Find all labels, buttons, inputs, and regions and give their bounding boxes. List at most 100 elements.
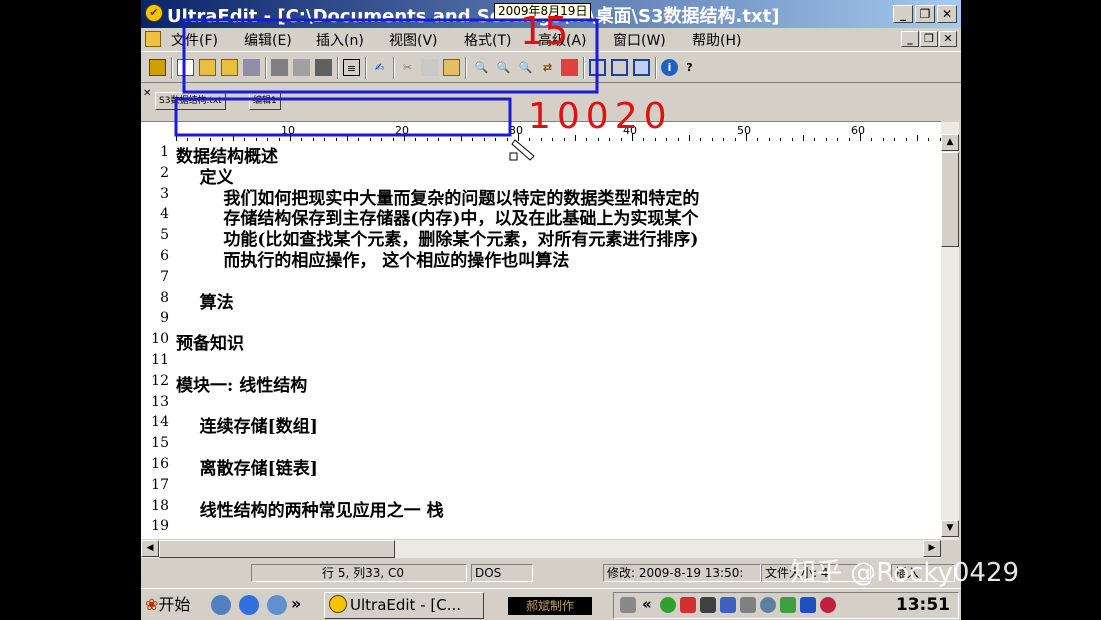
menu-window[interactable]: 窗口(W) [613, 30, 666, 50]
ultraedit-window: ✔ UltraEdit - [C:\Documents and Settings… [141, 0, 961, 620]
tray-network-icon[interactable] [720, 597, 736, 613]
menu-format[interactable]: 格式(T) [464, 30, 511, 50]
replace-icon[interactable]: ⇄ [539, 59, 556, 76]
line-number: 11 [151, 352, 169, 368]
save-icon[interactable] [243, 59, 260, 76]
menu-insert[interactable]: 插入(n) [316, 30, 364, 50]
editor-line[interactable]: 6 而执行的相应操作， 这个相应的操作也叫算法 [141, 247, 941, 271]
help-icon[interactable]: ? [681, 59, 698, 76]
close-button[interactable]: ✕ [937, 5, 957, 23]
editor-line[interactable]: 11 [141, 351, 941, 372]
open-folder-icon[interactable] [199, 59, 216, 76]
tab-s3[interactable]: S3数据结构.txt [155, 92, 226, 110]
page-setup-icon[interactable] [315, 59, 332, 76]
toggle-icon[interactable] [149, 59, 166, 76]
tray-monitor-icon[interactable] [740, 597, 756, 613]
editor-line[interactable]: 12 模块一: 线性结构 [141, 372, 941, 396]
ultraedit-app-icon[interactable]: ✔ [145, 4, 163, 22]
menu-advanced[interactable]: 高级(A) [538, 30, 587, 50]
open-recent-icon[interactable] [221, 59, 238, 76]
editor-line[interactable]: 14 连续存储[数组] [141, 413, 941, 437]
quicklaunch-expand-icon[interactable]: » [291, 594, 301, 613]
start-label: 开始 [158, 595, 191, 614]
tray-expand-icon[interactable]: « [642, 595, 652, 613]
status-modified: 修改: 2009-8-19 13:50: [603, 564, 761, 582]
start-button[interactable]: ❀开始 [143, 592, 199, 618]
editor-line[interactable]: 17 [141, 476, 941, 497]
editor-line[interactable]: 15 [141, 434, 941, 455]
print-icon[interactable] [271, 59, 288, 76]
quicklaunch-explorer-icon[interactable] [211, 595, 231, 615]
keyboard-icon[interactable] [620, 597, 636, 613]
info-icon[interactable]: i [661, 59, 678, 76]
doc-close-button[interactable]: ✕ [939, 31, 957, 47]
tray-green-icon[interactable] [660, 597, 676, 613]
menu-view[interactable]: 视图(V) [389, 30, 438, 50]
taskbar-clock: 13:51 [895, 595, 950, 615]
tray-red-icon[interactable] [680, 597, 696, 613]
tray-tools-icon[interactable] [780, 597, 796, 613]
line-number: 5 [160, 227, 169, 244]
find-prev-icon[interactable]: 🔍 [517, 59, 534, 76]
window-icon[interactable] [633, 59, 650, 76]
paste-icon[interactable] [443, 59, 460, 76]
scroll-down-icon[interactable]: ▼ [941, 520, 959, 537]
tray-signal-icon[interactable] [700, 597, 716, 613]
list-view-icon[interactable] [589, 59, 606, 76]
document-icon[interactable] [145, 31, 161, 47]
word-wrap-icon[interactable]: ≡ [343, 59, 360, 76]
editor-line[interactable]: 13 [141, 393, 941, 414]
find-in-files-icon[interactable] [561, 59, 578, 76]
editor-line[interactable]: 16 离散存储[链表] [141, 455, 941, 479]
vertical-scrollbar[interactable]: ▲ ▼ [941, 122, 959, 540]
doc-minimize-button[interactable]: _ [901, 31, 919, 47]
minimize-button[interactable]: _ [893, 5, 913, 23]
split-view-icon[interactable] [611, 59, 628, 76]
editor-line[interactable]: 9 [141, 309, 941, 330]
editor-line[interactable]: 10 预备知识 [141, 330, 941, 354]
editor-line[interactable]: 2 定义 [141, 164, 941, 188]
zhihu-watermark: 知乎 @Rocky0429 [790, 558, 1020, 588]
close-tab-icon[interactable]: ✕ [143, 88, 151, 99]
menu-help[interactable]: 帮助(H) [692, 30, 741, 50]
editor-line[interactable]: 19 [141, 517, 941, 538]
find-icon[interactable]: 🔍 [473, 59, 490, 76]
scroll-up-icon[interactable]: ▲ [941, 134, 959, 151]
tray-shield-icon[interactable] [820, 597, 836, 613]
editor-line[interactable]: 5 功能(比如查找某个元素，删除某个元素，对所有元素进行排序) [141, 226, 941, 250]
editor-line[interactable]: 18 线性结构的两种常见应用之一 栈 [141, 497, 941, 521]
quicklaunch-ie-icon[interactable] [239, 595, 259, 615]
ruler-label-40: 40 [623, 124, 637, 137]
editor-line[interactable]: 8 算法 [141, 289, 941, 313]
restore-button[interactable]: ❐ [915, 5, 935, 23]
menu-file[interactable]: 文件(F) [171, 30, 218, 50]
tab-edit1[interactable]: 编辑1 [249, 92, 281, 110]
line-number: 3 [160, 185, 169, 202]
doc-restore-button[interactable]: ❐ [920, 31, 938, 47]
menu-edit[interactable]: 编辑(E) [244, 30, 292, 50]
new-file-icon[interactable] [177, 59, 194, 76]
copy-icon[interactable] [421, 59, 438, 76]
cut-icon[interactable]: ✂ [399, 59, 416, 76]
quicklaunch-media-icon[interactable] [267, 595, 287, 615]
line-number: 6 [160, 248, 169, 264]
vertical-scroll-thumb[interactable] [941, 152, 959, 247]
editor-line[interactable]: 7 [141, 268, 941, 289]
scroll-left-icon[interactable]: ◀ [141, 540, 159, 557]
editor-line[interactable]: 4 存储结构保存到主存储器(内存)中，以及在此基础上为实现某个 [141, 205, 941, 229]
spell-check-icon[interactable]: ✍ [371, 59, 388, 76]
find-next-icon[interactable]: 🔍 [495, 59, 512, 76]
ruler-tick [404, 133, 405, 141]
print-preview-icon[interactable] [293, 59, 310, 76]
tray-globe-icon[interactable] [760, 597, 776, 613]
horizontal-scroll-thumb[interactable] [159, 540, 395, 558]
taskbar-ultraedit-button[interactable]: UltraEdit - [C... [324, 592, 484, 619]
editor-line[interactable]: 3 我们如何把现实中大量而复杂的问题以特定的数据类型和特定的 [141, 185, 941, 209]
line-number: 19 [151, 518, 169, 535]
line-number: 12 [151, 372, 169, 389]
tray-blue-icon[interactable] [800, 597, 816, 613]
editor-line[interactable]: 1 数据结构概述 [141, 143, 941, 167]
ultraedit-task-icon [329, 595, 347, 613]
title-bar[interactable]: ✔ UltraEdit - [C:\Documents and Settings… [141, 0, 961, 28]
editor-area[interactable]: 1 数据结构概述 2 定义 3 我们如何把现实中大量而复杂的问题以特定的数据类型和特定… [141, 141, 941, 539]
